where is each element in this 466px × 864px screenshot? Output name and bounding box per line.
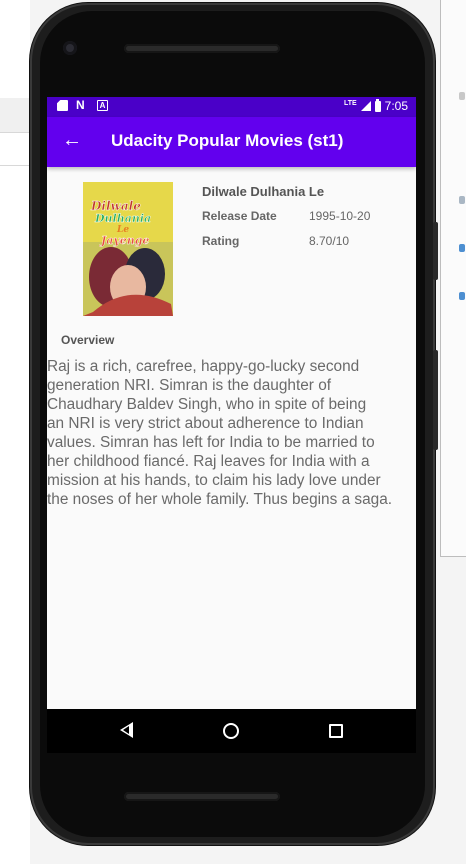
back-arrow-icon[interactable]: ← xyxy=(61,129,83,151)
navigation-bar xyxy=(47,709,416,753)
sd-card-icon xyxy=(57,100,68,111)
movie-poster: Dilwale Dulhania Le Jayenge xyxy=(83,182,173,316)
ide-marker-icon xyxy=(459,292,465,300)
overview-label: Overview xyxy=(61,333,115,347)
release-date-value: 1995-10-20 xyxy=(309,209,371,223)
rating-label: Rating xyxy=(202,234,240,248)
n-notification-icon: N xyxy=(76,98,85,112)
ide-marker-icon xyxy=(459,244,465,252)
top-speaker xyxy=(124,44,280,53)
network-type: LTE xyxy=(343,99,357,107)
recents-square-icon[interactable] xyxy=(329,724,343,738)
movie-title: Dilwale Dulhania Le xyxy=(202,184,325,199)
phone-screen: N A LTE 7:05 ← Udacity Popular Movies (s… xyxy=(47,97,416,709)
ide-marker-icon xyxy=(459,196,465,204)
volume-button xyxy=(433,222,438,280)
a-notification-icon: A xyxy=(97,100,108,111)
signal-icon xyxy=(360,101,371,111)
svg-text:Dulhania: Dulhania xyxy=(94,212,151,225)
ide-divider xyxy=(0,165,30,166)
poster-image: Dilwale Dulhania Le Jayenge xyxy=(83,182,173,316)
status-time: 7:05 xyxy=(384,99,408,113)
release-date-label: Release Date xyxy=(202,209,277,223)
ide-right-panel xyxy=(440,0,466,557)
battery-icon xyxy=(374,98,381,112)
home-circle-icon[interactable] xyxy=(223,723,239,739)
back-triangle-icon[interactable] xyxy=(120,722,133,738)
ide-marker-icon xyxy=(459,92,465,100)
app-bar: ← Udacity Popular Movies (st1) xyxy=(47,117,416,167)
bottom-speaker xyxy=(124,792,280,801)
status-bar: N A LTE 7:05 xyxy=(47,97,416,117)
app-title: Udacity Popular Movies (st1) xyxy=(111,131,344,150)
front-camera xyxy=(63,41,77,55)
overview-text: Raj is a rich, carefree, happy-go-lucky … xyxy=(47,358,393,508)
power-button xyxy=(433,350,438,450)
ide-toolbar-band xyxy=(0,98,30,133)
svg-text:Dilwale: Dilwale xyxy=(90,199,141,213)
svg-text:Jayenge: Jayenge xyxy=(99,234,149,247)
rating-value: 8.70/10 xyxy=(309,234,350,248)
ide-left-panel xyxy=(0,0,30,864)
